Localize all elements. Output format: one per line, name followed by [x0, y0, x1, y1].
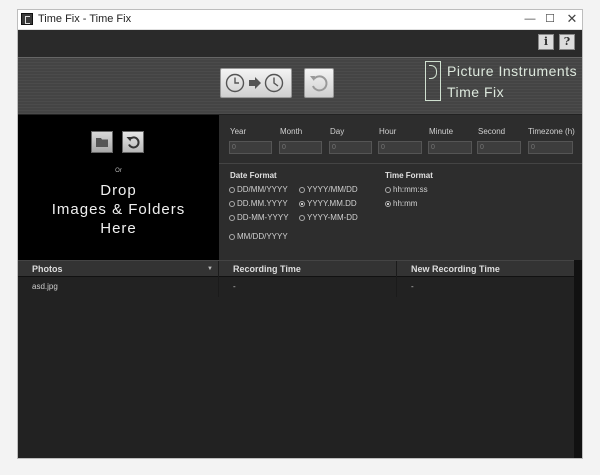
- date-format-option[interactable]: DD/MM/YYYY: [229, 185, 288, 194]
- cell-photo: asd.jpg: [18, 277, 219, 297]
- day-input[interactable]: [329, 141, 372, 154]
- timezone-input[interactable]: [528, 141, 573, 154]
- picture-instruments-logo: Picture Instruments Time Fix: [425, 61, 580, 105]
- timezone-label: Timezone (h): [528, 127, 575, 136]
- column-header-recording-time[interactable]: Recording Time: [219, 261, 397, 278]
- format-options: Date Format DD/MM/YYYY YYYY/MM/DD DD.MM.…: [219, 164, 582, 260]
- date-format-option[interactable]: YYYY-MM-DD: [299, 213, 358, 222]
- vertical-scrollbar[interactable]: [574, 260, 582, 458]
- time-format-heading: Time Format: [385, 171, 433, 180]
- date-format-heading: Date Format: [230, 171, 277, 180]
- help-strip: i ?: [18, 30, 582, 57]
- minute-input[interactable]: [428, 141, 472, 154]
- open-folder-button[interactable]: [91, 131, 113, 153]
- column-header-photos[interactable]: Photos ▼: [18, 261, 219, 278]
- date-format-option[interactable]: DD-MM-YYYY: [229, 213, 289, 222]
- maximize-button[interactable]: ☐: [542, 11, 558, 27]
- clock-arrow-clock-icon: [225, 73, 284, 93]
- or-label: Or: [115, 168, 122, 174]
- date-format-option[interactable]: DD.MM.YYYY: [229, 199, 288, 208]
- info-button[interactable]: i: [538, 34, 554, 50]
- minimize-button[interactable]: —: [522, 11, 538, 27]
- radio-icon: [229, 201, 235, 207]
- column-header-new-recording-time[interactable]: New Recording Time: [397, 261, 574, 278]
- time-offset-fields: Year Month Day Hour Minute Second Timezo…: [219, 115, 582, 165]
- radio-selected-icon: [299, 201, 305, 207]
- radio-icon: [299, 187, 305, 193]
- reload-button[interactable]: [122, 131, 144, 153]
- drop-instructions: Drop Images & Folders Here: [51, 182, 186, 237]
- time-format-option[interactable]: hh:mm:ss: [385, 185, 428, 194]
- year-label: Year: [230, 127, 247, 136]
- time-format-option[interactable]: hh:mm: [385, 199, 417, 208]
- app-icon: [21, 13, 33, 25]
- apply-time-shift-button[interactable]: [220, 68, 292, 98]
- window-title: Time Fix - Time Fix: [38, 13, 132, 25]
- radio-icon: [299, 215, 305, 221]
- title-bar: Time Fix - Time Fix — ☐ ✕: [18, 10, 582, 30]
- app-window: Time Fix - Time Fix — ☐ ✕ i ? Picture In…: [17, 9, 583, 459]
- hour-input[interactable]: [378, 141, 422, 154]
- drop-zone[interactable]: Or Drop Images & Folders Here: [18, 115, 219, 260]
- radio-icon: [385, 187, 391, 193]
- radio-icon: [229, 234, 235, 240]
- date-format-option[interactable]: YYYY/MM/DD: [299, 185, 358, 194]
- month-label: Month: [280, 127, 303, 136]
- cell-recording-time: -: [219, 277, 397, 297]
- cell-new-recording-time: -: [411, 282, 414, 291]
- year-input[interactable]: [229, 141, 272, 154]
- logo-text-line2: Time Fix: [447, 84, 505, 100]
- second-input[interactable]: [477, 141, 521, 154]
- radio-icon: [229, 215, 235, 221]
- reset-button[interactable]: [304, 68, 334, 98]
- day-label: Day: [330, 127, 345, 136]
- date-format-option[interactable]: YYYY.MM.DD: [299, 199, 357, 208]
- sort-arrow-icon: ▼: [207, 266, 213, 272]
- month-input[interactable]: [279, 141, 322, 154]
- toolbar: Picture Instruments Time Fix: [18, 57, 582, 115]
- table-header: Photos ▼ Recording Time New Recording Ti…: [18, 260, 574, 278]
- minute-label: Minute: [429, 127, 454, 136]
- help-button[interactable]: ?: [559, 34, 575, 50]
- second-label: Second: [478, 127, 506, 136]
- photos-table: Photos ▼ Recording Time New Recording Ti…: [18, 260, 582, 458]
- radio-icon: [229, 187, 235, 193]
- date-format-option[interactable]: MM/DD/YYYY: [229, 232, 288, 241]
- undo-icon: [310, 75, 328, 92]
- logo-text-line1: Picture Instruments: [447, 63, 578, 79]
- hour-label: Hour: [379, 127, 397, 136]
- table-row[interactable]: asd.jpg - -: [18, 277, 574, 297]
- refresh-icon: [126, 136, 140, 149]
- close-button[interactable]: ✕: [564, 11, 580, 27]
- radio-selected-icon: [385, 201, 391, 207]
- logo-mark-icon: [425, 61, 441, 101]
- folder-icon: [96, 138, 108, 147]
